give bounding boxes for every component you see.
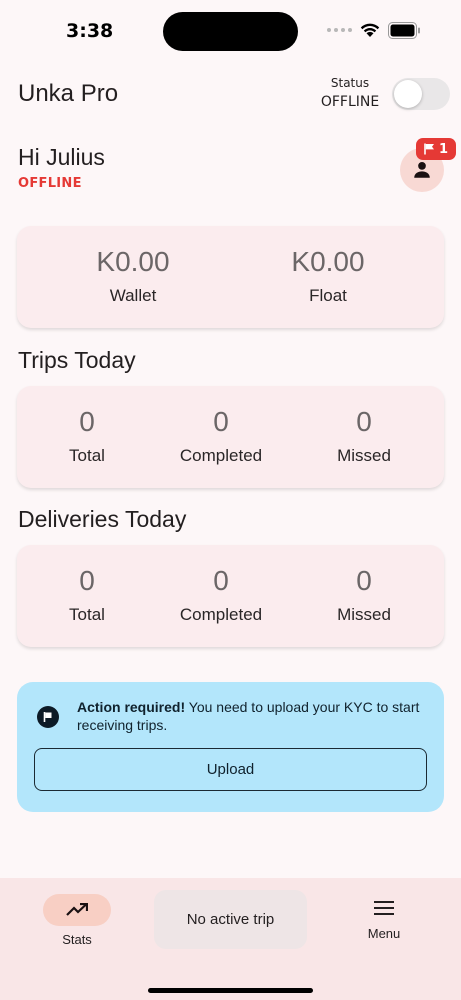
deliveries-title: Deliveries Today — [18, 506, 187, 532]
status-bar: 3:38 — [0, 0, 461, 62]
deliveries-total-value: 0 — [79, 565, 95, 596]
wallet-stat[interactable]: K0.00 Wallet — [63, 246, 203, 306]
trips-card: 0 Total 0 Completed 0 Missed — [17, 386, 444, 488]
trips-missed[interactable]: 0 Missed — [314, 406, 414, 466]
float-stat[interactable]: K0.00 Float — [258, 246, 398, 306]
deliveries-completed-value: 0 — [213, 565, 229, 596]
trips-total[interactable]: 0 Total — [37, 406, 137, 466]
greeting: Hi Julius — [18, 144, 105, 170]
deliveries-card: 0 Total 0 Completed 0 Missed — [17, 545, 444, 647]
trips-missed-value: 0 — [356, 406, 372, 437]
trips-missed-label: Missed — [337, 446, 391, 465]
float-label: Float — [309, 286, 347, 305]
bottom-navigation: Stats No active trip Menu — [0, 878, 461, 1000]
deliveries-completed-label: Completed — [179, 605, 263, 624]
wallet-value: K0.00 — [96, 246, 170, 277]
status-value: OFFLINE — [320, 94, 380, 110]
balances-card: K0.00 Wallet K0.00 Float — [17, 226, 444, 328]
deliveries-total[interactable]: 0 Total — [37, 565, 137, 625]
notification-badge[interactable]: 1 — [416, 138, 456, 160]
kyc-message: Action required! You need to upload your… — [77, 698, 427, 734]
status-label: Status — [330, 76, 370, 90]
deliveries-total-label: Total — [69, 605, 105, 624]
kyc-banner: Action required! You need to upload your… — [17, 682, 444, 812]
notification-count: 1 — [438, 141, 449, 157]
nav-menu-label: Menu — [367, 926, 401, 941]
wifi-icon — [360, 23, 380, 37]
nav-menu[interactable]: Menu — [350, 900, 418, 941]
toggle-knob — [394, 80, 422, 108]
signal-icon — [327, 28, 352, 32]
status-indicator: Status OFFLINE — [318, 76, 382, 110]
trips-completed[interactable]: 0 Completed — [161, 406, 281, 466]
trips-total-label: Total — [69, 446, 105, 465]
menu-icon — [374, 901, 394, 915]
nav-stats[interactable]: Stats — [42, 894, 112, 947]
home-indicator[interactable] — [148, 988, 313, 993]
nav-stats-pill — [43, 894, 111, 926]
online-toggle[interactable] — [392, 78, 450, 110]
nav-stats-label: Stats — [62, 932, 92, 947]
app-title: Unka Pro — [18, 80, 119, 107]
float-value: K0.00 — [291, 246, 365, 277]
battery-icon — [388, 22, 420, 39]
trips-total-value: 0 — [79, 406, 95, 437]
deliveries-missed-value: 0 — [356, 565, 372, 596]
trips-completed-value: 0 — [213, 406, 229, 437]
deliveries-missed-label: Missed — [337, 605, 391, 624]
trending-up-icon — [66, 903, 88, 916]
kyc-title: Action required! — [77, 699, 186, 715]
flag-icon — [424, 143, 434, 155]
driver-state: OFFLINE — [18, 176, 82, 191]
status-time: 3:38 — [66, 20, 114, 42]
upload-button[interactable]: Upload — [34, 748, 427, 791]
flag-icon — [37, 706, 59, 728]
dynamic-island — [163, 12, 298, 51]
deliveries-missed[interactable]: 0 Missed — [314, 565, 414, 625]
wallet-label: Wallet — [109, 286, 157, 305]
active-trip-button[interactable]: No active trip — [154, 890, 307, 949]
trips-title: Trips Today — [18, 347, 136, 373]
trips-completed-label: Completed — [179, 446, 263, 465]
person-icon — [414, 162, 430, 178]
deliveries-completed[interactable]: 0 Completed — [161, 565, 281, 625]
